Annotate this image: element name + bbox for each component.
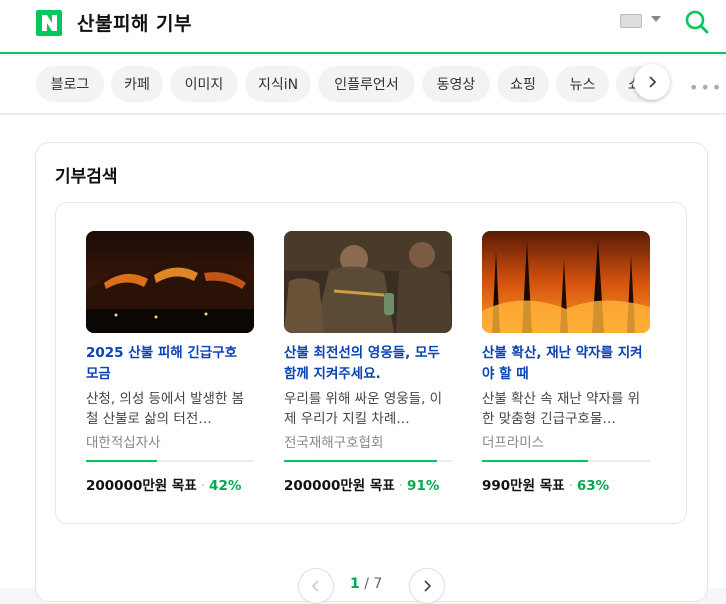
more-options-icon[interactable]: ••• bbox=[689, 78, 723, 97]
donation-card-goal: 990만원 목표 · 63% bbox=[482, 474, 650, 494]
main-content: 기부검색 2025 산불 피해 긴급구호 모금 산청, 의성 등에서 발생한 봄… bbox=[0, 115, 726, 604]
chevron-down-icon[interactable] bbox=[651, 16, 661, 22]
current-page: 1 bbox=[350, 576, 360, 592]
tab-cafe[interactable]: 카페 bbox=[111, 66, 163, 102]
keyboard-icon[interactable] bbox=[620, 14, 642, 28]
donation-progress-bar bbox=[482, 460, 650, 462]
donation-card-description: 우리를 위해 싸운 영웅들, 이제 우리가 지킬 차례… bbox=[284, 391, 443, 427]
tab-video[interactable]: 동영상 bbox=[422, 66, 490, 102]
donation-goal-amount: 990만원 목표 bbox=[482, 478, 565, 494]
donation-progress-bar bbox=[284, 460, 452, 462]
chevron-right-icon bbox=[424, 580, 432, 592]
donation-card[interactable]: 산불 확산, 재난 약자를 지켜야 할 때 산불 확산 속 재난 약자를 위한 … bbox=[482, 231, 650, 494]
donation-goal-amount: 200000만원 목표 bbox=[284, 478, 395, 494]
chevron-left-icon bbox=[311, 580, 319, 592]
donation-card-image[interactable] bbox=[284, 231, 452, 333]
donation-card-description: 산불 확산 속 재난 약자를 위한 맞춤형 긴급구호물… bbox=[482, 391, 641, 427]
donation-card-list: 2025 산불 피해 긴급구호 모금 산청, 의성 등에서 발생한 봄철 산불로… bbox=[55, 202, 687, 524]
donation-goal-amount: 200000만원 목표 bbox=[86, 478, 197, 494]
separator-dot: · bbox=[398, 478, 404, 494]
section-title: 기부검색 bbox=[55, 167, 118, 187]
tab-shopping[interactable]: 쇼핑 bbox=[497, 66, 549, 102]
page-indicator: 1 / 7 bbox=[350, 576, 382, 592]
donation-card-organization: 전국재해구호협회 bbox=[284, 435, 384, 451]
donation-card-title[interactable]: 산불 최전선의 영웅들, 모두 함께 지켜주세요. bbox=[284, 343, 452, 385]
page-separator: / bbox=[364, 576, 369, 592]
donation-card-image[interactable] bbox=[482, 231, 650, 333]
donation-card-description: 산청, 의성 등에서 발생한 봄철 산불로 삶의 터전… bbox=[86, 391, 245, 427]
chevron-right-icon bbox=[649, 76, 657, 88]
donation-progress-fill bbox=[482, 460, 588, 462]
donation-card-organization: 대한적십자사 bbox=[86, 435, 161, 451]
tab-influencer[interactable]: 인플루언서 bbox=[318, 66, 415, 102]
search-query-text[interactable]: 산불피해 기부 bbox=[77, 9, 192, 36]
donation-card[interactable]: 2025 산불 피해 긴급구호 모금 산청, 의성 등에서 발생한 봄철 산불로… bbox=[86, 231, 254, 494]
tab-image[interactable]: 이미지 bbox=[170, 66, 238, 102]
donation-card-image[interactable] bbox=[86, 231, 254, 333]
total-pages: 7 bbox=[373, 576, 383, 592]
pagination: 1 / 7 bbox=[298, 568, 448, 604]
donation-percent: 42% bbox=[209, 478, 242, 494]
separator-dot: · bbox=[200, 478, 206, 494]
top-search-bar: 산불피해 기부 bbox=[0, 0, 726, 54]
donation-search-section: 기부검색 2025 산불 피해 긴급구호 모금 산청, 의성 등에서 발생한 봄… bbox=[35, 142, 708, 604]
donation-card-organization: 더프라미스 bbox=[482, 435, 545, 451]
donation-card-title[interactable]: 2025 산불 피해 긴급구호 모금 bbox=[86, 343, 254, 385]
naver-logo-icon[interactable] bbox=[36, 10, 62, 36]
donation-percent: 63% bbox=[576, 478, 610, 494]
tab-blog[interactable]: 블로그 bbox=[36, 66, 104, 102]
donation-card[interactable]: 산불 최전선의 영웅들, 모두 함께 지켜주세요. 우리를 위해 싸운 영웅들,… bbox=[284, 231, 452, 494]
donation-progress-fill bbox=[86, 460, 157, 462]
search-icon[interactable] bbox=[684, 9, 710, 35]
tab-news[interactable]: 뉴스 bbox=[556, 66, 609, 102]
donation-card-goal: 200000만원 목표 · 91% bbox=[284, 474, 452, 494]
donation-card-title[interactable]: 산불 확산, 재난 약자를 지켜야 할 때 bbox=[482, 343, 650, 385]
tabs-next-button[interactable] bbox=[634, 64, 670, 100]
category-tabs: 블로그 카페 이미지 지식iN 인플루언서 동영상 쇼핑 뉴스 쇼 ••• bbox=[0, 56, 726, 114]
prev-page-button[interactable] bbox=[298, 568, 334, 604]
donation-progress-bar bbox=[86, 460, 254, 462]
donation-percent: 91% bbox=[407, 478, 440, 494]
next-page-button[interactable] bbox=[409, 568, 445, 604]
separator-dot: · bbox=[568, 478, 573, 494]
tab-kin[interactable]: 지식iN bbox=[245, 66, 311, 102]
donation-card-goal: 200000만원 목표 · 42% bbox=[86, 474, 254, 494]
donation-progress-fill bbox=[284, 460, 437, 462]
